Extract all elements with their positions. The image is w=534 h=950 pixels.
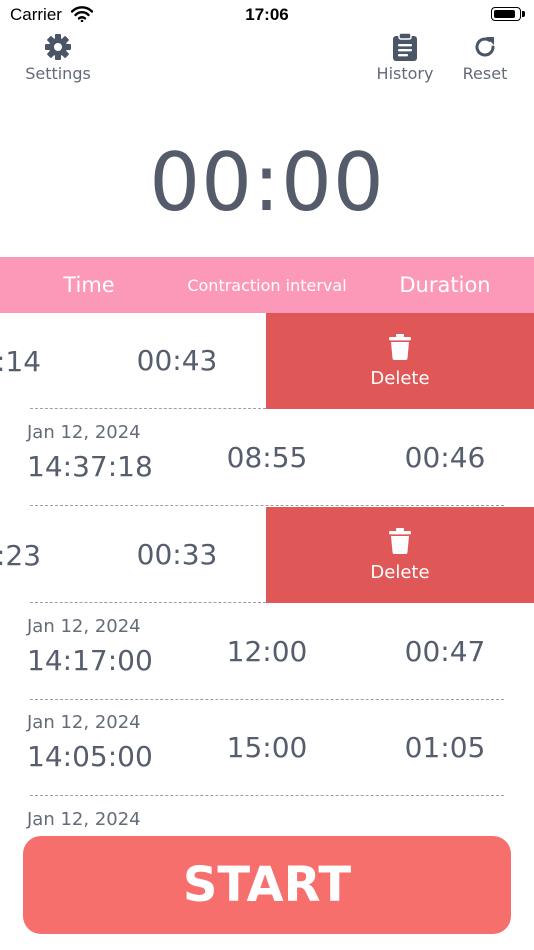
row-interval: 12:00 xyxy=(226,634,308,668)
clipboard-icon xyxy=(393,32,417,61)
row-interval: 00:33 xyxy=(136,537,218,571)
reset-label: Reset xyxy=(462,64,508,83)
row-interval: 08:55 xyxy=(226,440,308,474)
header-duration: Duration xyxy=(399,273,491,297)
gear-icon xyxy=(45,34,71,60)
reset-button[interactable]: Reset xyxy=(458,32,512,83)
refresh-icon xyxy=(475,37,495,57)
row-date: Jan 12, 2024 xyxy=(27,712,141,733)
battery-fill xyxy=(494,10,515,18)
settings-label: Settings xyxy=(25,64,91,83)
row-date: Jan 12, 2024 xyxy=(27,422,141,443)
header-interval: Contraction interval xyxy=(187,275,347,295)
table-row[interactable]: Jan 12, 2024 14:17:00 12:00 00:47 xyxy=(0,604,534,700)
history-label: History xyxy=(376,64,434,83)
header-time: Time xyxy=(63,273,115,297)
table-row[interactable]: :14 00:43 Delete xyxy=(0,313,534,409)
row-divider xyxy=(30,795,504,796)
history-button[interactable]: History xyxy=(372,32,438,83)
trash-icon xyxy=(389,527,411,554)
row-date: Jan 12, 2024 xyxy=(27,809,141,830)
battery-nub xyxy=(522,11,525,17)
trash-icon xyxy=(389,333,411,360)
row-time: :23 xyxy=(0,538,42,572)
status-time: 17:06 xyxy=(245,5,289,24)
status-bar: Carrier 17:06 xyxy=(0,0,534,30)
row-date: Jan 12, 2024 xyxy=(27,616,141,637)
row-time: 14:37:18 xyxy=(27,450,153,483)
row-interval: 00:43 xyxy=(136,343,218,377)
delete-label: Delete xyxy=(370,367,430,389)
timer-display: 00:00 xyxy=(149,136,385,229)
row-time: :14 xyxy=(0,344,42,378)
delete-label: Delete xyxy=(370,561,430,583)
start-button[interactable]: START xyxy=(23,836,511,934)
row-time: 14:05:00 xyxy=(27,740,153,773)
row-divider xyxy=(30,602,266,603)
table-row[interactable]: Jan 12, 2024 14:37:18 08:55 00:46 xyxy=(0,410,534,506)
row-duration: 00:46 xyxy=(404,440,486,474)
table-header: Time Contraction interval Duration xyxy=(0,257,534,313)
table-row[interactable]: Jan 12, 2024 14:05:00 15:00 01:05 xyxy=(0,700,534,796)
delete-button[interactable]: Delete xyxy=(266,313,534,409)
row-divider xyxy=(30,408,266,409)
row-duration: 00:47 xyxy=(404,634,486,668)
settings-button[interactable]: Settings xyxy=(20,32,96,83)
table-row[interactable]: :23 00:33 Delete xyxy=(0,507,534,603)
row-interval: 15:00 xyxy=(226,730,308,764)
row-divider xyxy=(30,505,504,506)
row-duration: 01:05 xyxy=(404,730,486,764)
delete-button[interactable]: Delete xyxy=(266,507,534,603)
battery-icon xyxy=(491,7,525,21)
row-time: 14:17:00 xyxy=(27,644,153,677)
